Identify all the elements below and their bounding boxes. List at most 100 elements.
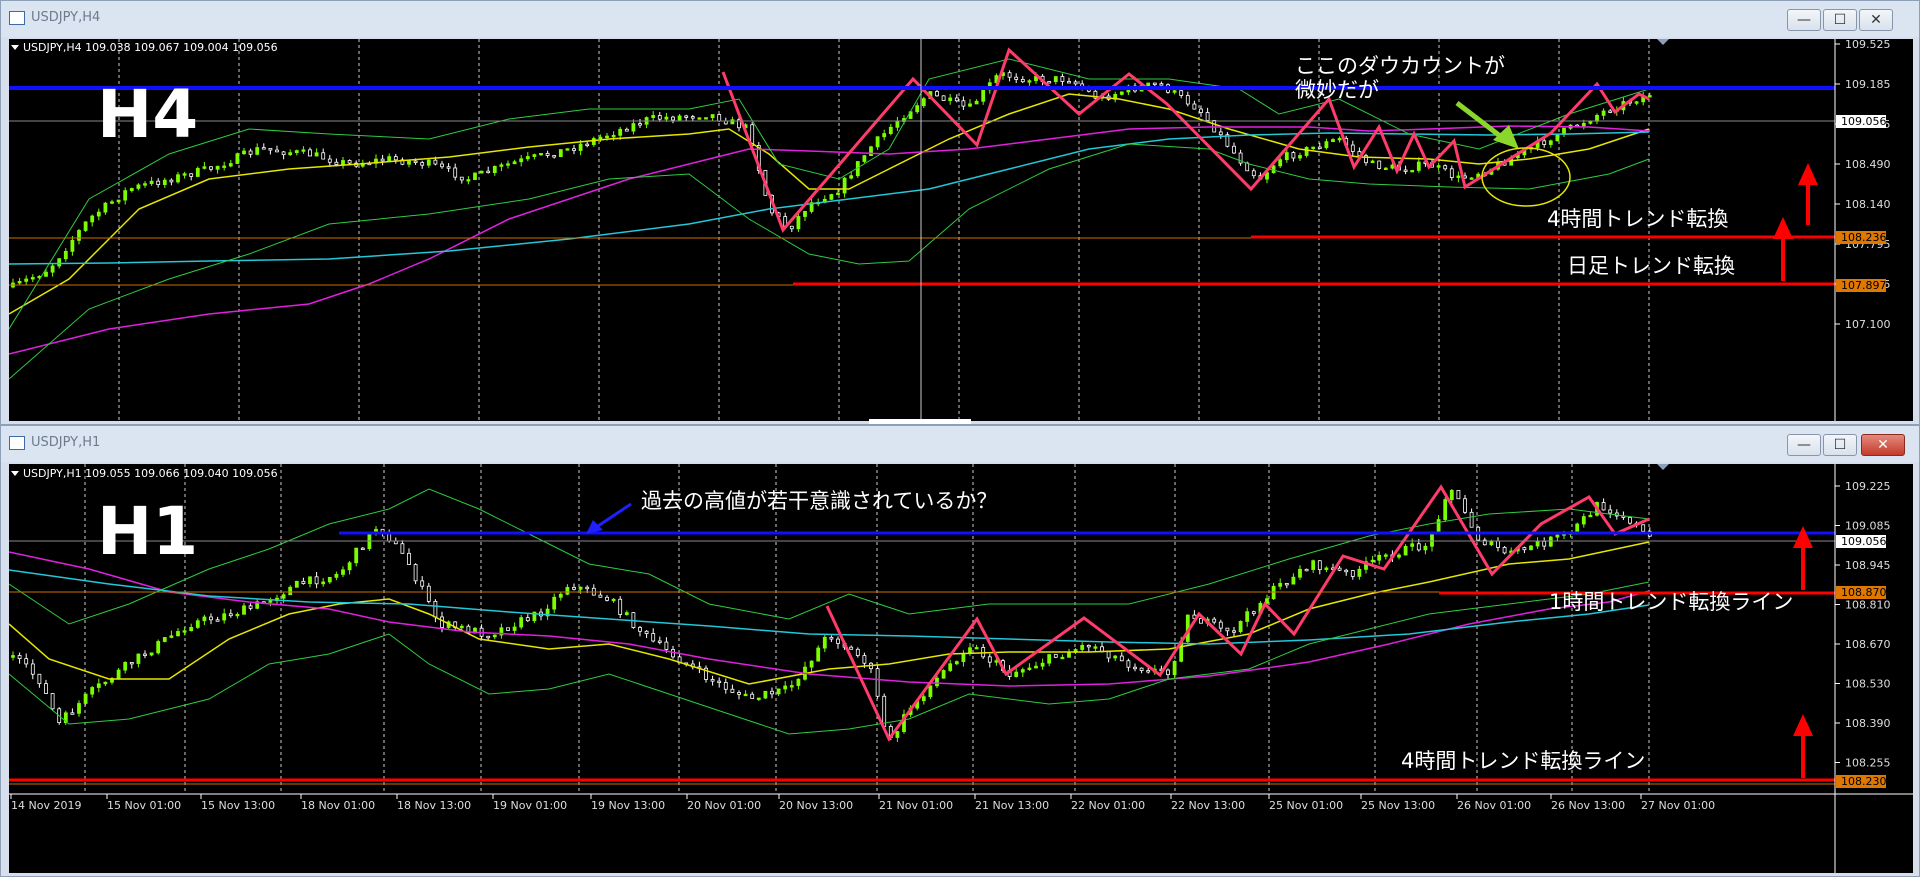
candle-body: [1581, 122, 1586, 127]
candle-body: [1146, 670, 1151, 673]
candle-body: [558, 593, 563, 598]
h1-price-chart[interactable]: USDJPY,H1 109.055 109.066 109.040 109.05…: [9, 464, 1913, 873]
candle-body: [334, 574, 339, 578]
candle-body: [809, 660, 814, 668]
candle-body: [1397, 554, 1401, 558]
minimize-button[interactable]: —: [1787, 9, 1821, 31]
candle-body: [935, 91, 939, 97]
candle-body: [453, 167, 458, 178]
candle-body: [268, 148, 273, 151]
h4-price-chart[interactable]: USDJPY,H4 109.038 109.067 109.004 109.05…: [9, 39, 1913, 421]
candle-body: [651, 115, 656, 118]
h1-chart-canvas[interactable]: USDJPY,H1 109.055 109.066 109.040 109.05…: [9, 464, 1913, 873]
price-axis-label: 108.810: [1845, 599, 1891, 612]
h4-chart-canvas[interactable]: USDJPY,H4 109.038 109.067 109.004 109.05…: [9, 39, 1913, 421]
candle-body: [987, 656, 992, 663]
maximize-button[interactable]: ☐: [1823, 9, 1857, 31]
candle-body: [103, 202, 108, 213]
chart-window-icon: [9, 436, 25, 450]
candle-body: [512, 161, 517, 165]
h1-shift-marker-icon: [1657, 464, 1669, 470]
candle-body: [822, 636, 827, 649]
candle-body: [789, 225, 794, 230]
candle-body: [301, 580, 306, 584]
candle-body: [684, 115, 689, 118]
candle-body: [44, 271, 48, 277]
candle-body: [1271, 585, 1276, 600]
candle-body: [1350, 570, 1355, 577]
candle-body: [1317, 146, 1322, 149]
candle-body: [288, 152, 293, 156]
candle-body: [347, 562, 352, 571]
minimize-button[interactable]: —: [1787, 434, 1821, 456]
candle-body: [1199, 108, 1203, 113]
candle-body: [664, 641, 669, 650]
candle-body: [1146, 82, 1151, 87]
candle-body: [1331, 139, 1335, 143]
candle-body: [11, 655, 15, 658]
candle-body: [1588, 120, 1593, 124]
candle-body: [426, 585, 431, 602]
h1-window-title: USDJPY,H1: [31, 435, 101, 450]
candle-body: [169, 179, 174, 183]
candle-body: [1377, 160, 1382, 169]
candle-body: [189, 626, 194, 632]
candle-body: [248, 150, 253, 155]
candle-body: [545, 152, 550, 156]
candle-body: [215, 619, 220, 622]
candle-body: [281, 594, 286, 599]
candle-body: [717, 680, 722, 684]
candle-body: [842, 177, 847, 194]
candle-body: [1469, 177, 1474, 180]
candle-body: [572, 148, 576, 151]
candle-body: [1284, 152, 1289, 161]
price-axis-label: 109.225: [1845, 480, 1891, 493]
candle-body: [413, 564, 418, 582]
candle-body: [948, 97, 953, 101]
candle-body: [941, 670, 946, 679]
candle-body: [895, 121, 900, 128]
candle-body: [1007, 72, 1012, 78]
maximize-button[interactable]: ☐: [1823, 434, 1857, 456]
red-up-arrow-icon: [1793, 714, 1813, 778]
candle-body: [1383, 167, 1388, 171]
time-axis-label: 18 Nov 01:00: [301, 799, 375, 812]
candle-body: [1060, 656, 1065, 660]
time-axis-label: 18 Nov 13:00: [397, 799, 471, 812]
candle-body: [638, 123, 642, 126]
h4-scrollbar-thumb[interactable]: [869, 419, 971, 424]
candle-body: [750, 693, 755, 699]
candle-body: [1020, 669, 1025, 673]
candle-body: [690, 116, 695, 119]
candle-body: [756, 697, 761, 700]
candle-body: [1232, 630, 1236, 633]
candle-body: [156, 641, 161, 654]
candle-body: [836, 638, 840, 644]
close-button[interactable]: ✕: [1859, 9, 1893, 31]
candle-body: [426, 159, 431, 166]
h1-current-price-text: 109.056: [1841, 535, 1887, 548]
price-axis-label: 109.085: [1845, 520, 1891, 533]
candle-body: [1034, 665, 1038, 669]
h1-titlebar[interactable]: USDJPY,H1 — ☐ ✕: [1, 426, 1919, 462]
close-button[interactable]: ✕: [1861, 434, 1905, 456]
time-axis-label: 27 Nov 01:00: [1641, 799, 1715, 812]
candle-body: [598, 136, 603, 140]
candle-body: [1014, 76, 1019, 80]
candle-body: [1119, 655, 1124, 662]
candle-body: [585, 143, 590, 147]
candle-body: [1238, 621, 1243, 633]
candle-body: [1383, 554, 1388, 557]
candle-body: [70, 712, 75, 715]
candle-body: [268, 600, 273, 603]
candle-body: [895, 731, 900, 738]
candle-body: [1199, 618, 1203, 624]
candle-body: [308, 149, 312, 157]
candle-body: [585, 586, 590, 590]
candle-body: [565, 148, 570, 151]
candle-body: [1502, 547, 1507, 554]
candle-body: [1443, 165, 1448, 170]
candle-body: [380, 158, 385, 162]
h4-titlebar[interactable]: USDJPY,H4 — ☐ ✕: [1, 1, 1919, 37]
candle-body: [1634, 101, 1639, 104]
